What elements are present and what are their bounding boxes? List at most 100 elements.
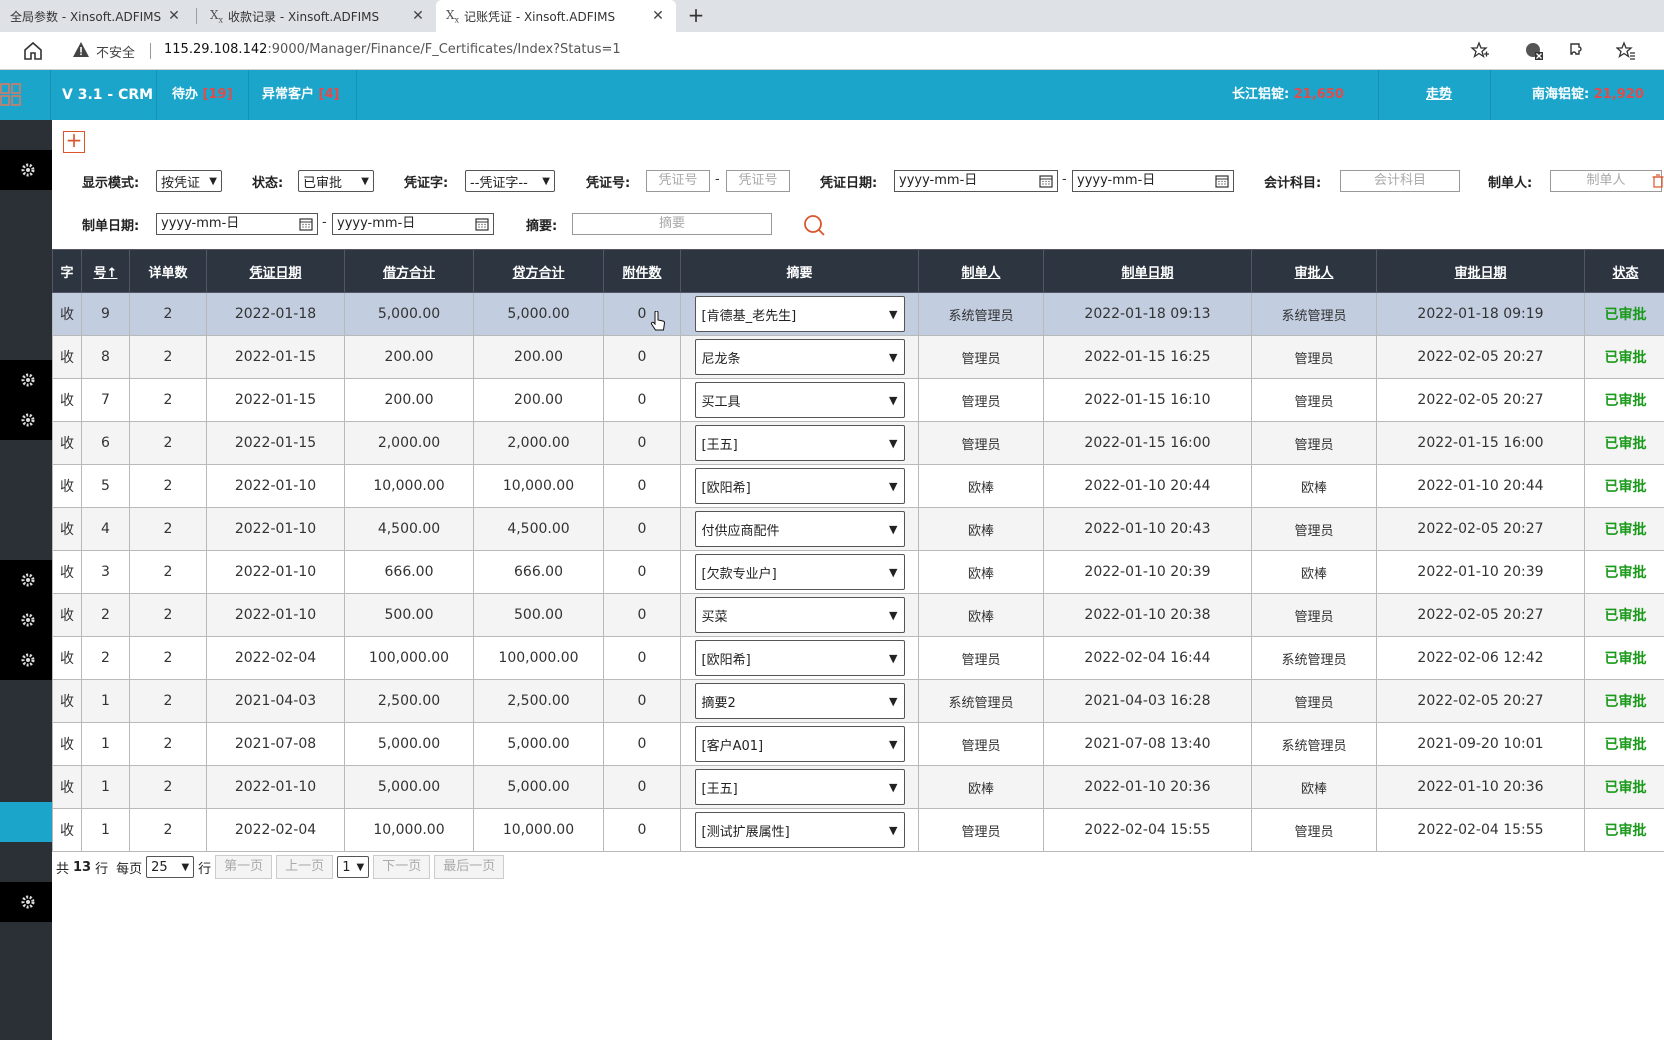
sidebar-item-active[interactable] [0, 802, 52, 842]
cell-attachments: 0 [603, 679, 681, 723]
gear-icon[interactable] [20, 412, 36, 428]
summary-select[interactable]: [欧阳希] ▼ [694, 468, 905, 504]
prev-page-button[interactable]: 上一页 [276, 855, 334, 879]
col-header-attachments[interactable]: 附件数 [603, 249, 681, 293]
search-icon[interactable] [802, 213, 826, 237]
maker-input[interactable]: 制单人 [1550, 170, 1662, 192]
per-page-select[interactable]: 25 ▼ [146, 856, 195, 878]
logo-icon[interactable] [0, 82, 22, 108]
status-select[interactable]: 已审批 ▼ [298, 170, 374, 192]
warning-icon[interactable] [72, 41, 90, 59]
browser-tab-payment-records[interactable]: Xx 收款记录 - Xinsoft.ADFIMS ✕ [200, 0, 436, 32]
table-row[interactable]: 收 3 2 2022-01-10 666.00 666.00 0 [欠款专业户] ▼ 欧棒 2022… [52, 550, 1664, 594]
summary-select[interactable]: [肯德基_老先生] ▼ [694, 296, 905, 332]
summary-select[interactable]: 买菜 ▼ [694, 597, 905, 633]
table-row[interactable]: 收 5 2 2022-01-10 10,000.00 10,000.00 0 [欧阳希] ▼ 欧棒… [52, 464, 1664, 508]
table-row[interactable]: 收 7 2 2022-01-15 200.00 200.00 0 买工具 ▼ 管理员 2022-01… [52, 378, 1664, 422]
cert-no-from-input[interactable]: 凭证号 [646, 170, 710, 192]
table-row[interactable]: 收 2 2 2022-01-10 500.00 500.00 0 买菜 ▼ 欧棒 2022-01-1… [52, 593, 1664, 637]
table-row[interactable]: 收 6 2 2022-01-15 2,000.00 2,000.00 0 [王五] ▼ 管理员 20… [52, 421, 1664, 465]
summary-select[interactable]: [王五] ▼ [694, 425, 905, 461]
gear-icon[interactable] [20, 652, 36, 668]
calendar-icon[interactable] [475, 217, 489, 231]
add-voucher-button[interactable]: + [63, 130, 85, 153]
new-tab-button[interactable]: + [684, 4, 708, 28]
col-header-word[interactable]: 字 [52, 249, 82, 293]
summary-input[interactable]: 摘要 [572, 213, 772, 235]
table-row[interactable]: 收 9 2 2022-01-18 5,000.00 5,000.00 0 [肯德基_老先生] ▼… [52, 292, 1664, 336]
home-icon[interactable] [22, 40, 44, 62]
cell-status: 已审批 [1584, 808, 1664, 852]
page-select[interactable]: 1 ▼ [337, 856, 370, 878]
gear-icon[interactable] [20, 612, 36, 628]
calendar-icon[interactable] [299, 217, 313, 231]
cert-word-select[interactable]: --凭证字-- ▼ [465, 170, 555, 192]
summary-select[interactable]: [王五] ▼ [694, 769, 905, 805]
gear-icon[interactable] [20, 372, 36, 388]
summary-select[interactable]: 付供应商配件 ▼ [694, 511, 905, 547]
make-date-from-input[interactable]: yyyy-mm-日 [156, 213, 318, 235]
gear-icon[interactable] [20, 572, 36, 588]
table-row[interactable]: 收 1 2 2021-04-03 2,500.00 2,500.00 0 摘要2 ▼ 系统管理员 2… [52, 679, 1664, 723]
browser-tab-global-params[interactable]: 全局参数 - Xinsoft.ADFIMS ✕ [0, 0, 192, 32]
table-row[interactable]: 收 8 2 2022-01-15 200.00 200.00 0 尼龙条 ▼ 管理员 2022-01… [52, 335, 1664, 379]
trend-link[interactable]: 走势 [1426, 70, 1452, 120]
account-input[interactable]: 会计科目 [1340, 170, 1460, 192]
sidebar-item-settings[interactable] [0, 882, 52, 922]
next-page-button[interactable]: 下一页 [373, 855, 431, 879]
summary-select[interactable]: 尼龙条 ▼ [694, 339, 905, 375]
col-header-cert-date[interactable]: 凭证日期 [206, 249, 345, 293]
col-header-maker[interactable]: 制单人 [918, 249, 1044, 293]
browser-tab-vouchers[interactable]: Xx 记账凭证 - Xinsoft.ADFIMS ✕ [436, 0, 676, 32]
add-favorite-icon[interactable] [1470, 41, 1490, 61]
cert-no-to-input[interactable]: 凭证号 [726, 170, 790, 192]
col-header-approve-date[interactable]: 审批日期 [1376, 249, 1585, 293]
cell-summary: 买工具 ▼ [680, 378, 919, 422]
col-header-credit-total[interactable]: 贷方合计 [473, 249, 604, 293]
col-header-status[interactable]: 状态 [1584, 249, 1664, 293]
chevron-down-icon: ▼ [889, 436, 898, 450]
col-header-number[interactable]: 号↑ [81, 249, 130, 293]
close-icon[interactable]: ✕ [410, 8, 426, 24]
sidebar-item-1[interactable] [0, 150, 52, 190]
todo-link[interactable]: 待办 [19] [172, 70, 233, 120]
table-row[interactable]: 收 4 2 2022-01-10 4,500.00 4,500.00 0 付供应商配件 ▼ 欧棒 2… [52, 507, 1664, 551]
table-row[interactable]: 收 1 2 2022-02-04 10,000.00 10,000.00 0 [测试扩展属性]… [52, 808, 1664, 852]
col-header-make-date[interactable]: 制单日期 [1043, 249, 1252, 293]
summary-select[interactable]: 摘要2 ▼ [694, 683, 905, 719]
favorites-icon[interactable] [1616, 41, 1636, 61]
close-icon[interactable]: ✕ [650, 8, 666, 24]
col-header-debit-total[interactable]: 借方合计 [344, 249, 474, 293]
chevron-down-icon: ▼ [889, 737, 898, 751]
trash-icon[interactable] [1652, 174, 1664, 188]
insecure-label[interactable]: 不安全 [96, 42, 135, 61]
cell-approve-date: 2022-01-18 09:19 [1376, 292, 1585, 336]
table-row[interactable]: 收 1 2 2021-07-08 5,000.00 5,000.00 0 [客户A01] ▼ 管理… [52, 722, 1664, 766]
table-row[interactable]: 收 2 2 2022-02-04 100,000.00 100,000.00 0 [欧阳希] ▼… [52, 636, 1664, 680]
cell-cert-date: 2022-02-04 [206, 808, 345, 852]
table-row[interactable]: 收 1 2 2022-01-10 5,000.00 5,000.00 0 [王五] ▼ 欧棒 202… [52, 765, 1664, 809]
todo-count: [19] [202, 87, 233, 102]
abnormal-customers-link[interactable]: 异常客户 [4] [262, 70, 339, 120]
cert-date-to-input[interactable]: yyyy-mm-日 [1072, 170, 1234, 192]
first-page-button[interactable]: 第一页 [215, 855, 273, 879]
cell-summary: [王五] ▼ [680, 765, 919, 809]
extensions-icon[interactable] [1568, 41, 1588, 61]
summary-select[interactable]: [欠款专业户] ▼ [694, 554, 905, 590]
url-field[interactable]: 115.29.108.142:9000/Manager/Finance/F_Ce… [164, 42, 621, 57]
calendar-icon[interactable] [1215, 174, 1229, 188]
extension-status-icon[interactable] [1524, 41, 1544, 61]
summary-select[interactable]: [客户A01] ▼ [694, 726, 905, 762]
summary-select[interactable]: 买工具 ▼ [694, 382, 905, 418]
summary-select[interactable]: [欧阳希] ▼ [694, 640, 905, 676]
cert-date-from-input[interactable]: yyyy-mm-日 [894, 170, 1058, 192]
header-divider [1490, 70, 1491, 120]
make-date-to-input[interactable]: yyyy-mm-日 [332, 213, 494, 235]
display-mode-select[interactable]: 按凭证 ▼ [156, 170, 222, 192]
calendar-icon[interactable] [1039, 174, 1053, 188]
summary-select[interactable]: [测试扩展属性] ▼ [694, 812, 905, 848]
col-header-approver[interactable]: 审批人 [1251, 249, 1377, 293]
close-icon[interactable]: ✕ [166, 8, 182, 24]
last-page-button[interactable]: 最后一页 [434, 855, 505, 879]
app-version[interactable]: V 3.1 - CRM [62, 70, 153, 120]
